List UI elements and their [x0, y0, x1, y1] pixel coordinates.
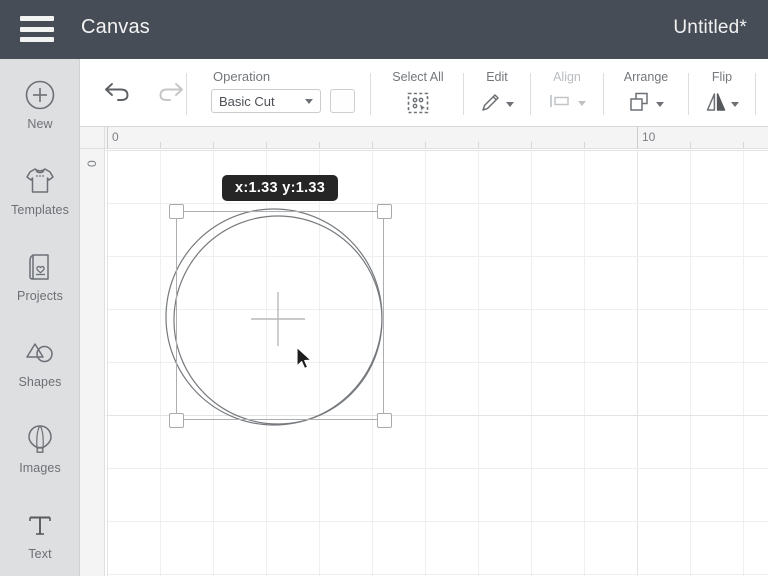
- undo-redo-group: [102, 79, 186, 105]
- operation-value: Basic Cut: [219, 93, 275, 109]
- toolbar-divider: [603, 73, 604, 115]
- arrange-icon: [628, 91, 652, 118]
- edit-label: Edit: [486, 70, 508, 84]
- coordinates-tooltip: x:1.33 y:1.33: [222, 175, 339, 201]
- arrange-label: Arrange: [623, 70, 669, 84]
- vertical-ruler: 0: [80, 127, 105, 576]
- selection-handle-top-right[interactable]: [377, 204, 392, 219]
- ruler-label-v-0: 0: [85, 160, 99, 167]
- select-all-button[interactable]: Select All: [375, 59, 461, 127]
- sidebar-item-projects[interactable]: Projects: [0, 250, 80, 303]
- shapes-icon: [23, 336, 57, 370]
- chevron-down-icon: [506, 102, 514, 107]
- redo-arrow-icon[interactable]: [156, 79, 186, 105]
- chevron-down-icon: [305, 98, 313, 104]
- sidebar-label-images: Images: [19, 461, 61, 475]
- ruler-corner: [80, 127, 105, 149]
- toolbar-divider: [463, 73, 464, 115]
- flip-button[interactable]: Flip: [691, 59, 753, 127]
- align-label: Align: [553, 70, 581, 84]
- horizontal-ruler: 0 10: [80, 127, 768, 149]
- operation-select[interactable]: Basic Cut: [211, 89, 321, 113]
- align-button[interactable]: Align: [533, 59, 601, 127]
- text-t-icon: [25, 508, 55, 542]
- plus-circle-icon: [24, 78, 56, 112]
- selection-handle-bottom-right[interactable]: [377, 413, 392, 428]
- toolbar-divider: [755, 73, 756, 115]
- design-canvas[interactable]: [106, 150, 768, 576]
- edit-button[interactable]: Edit: [466, 59, 528, 127]
- chevron-down-icon: [656, 102, 664, 107]
- left-sidebar: New Templates Projects Shapes Images Tex…: [0, 59, 80, 576]
- sidebar-item-templates[interactable]: Templates: [0, 164, 80, 217]
- selection-handle-top-left[interactable]: [169, 204, 184, 219]
- toolbar-divider: [186, 73, 187, 115]
- selection-handle-bottom-left[interactable]: [169, 413, 184, 428]
- sidebar-label-templates: Templates: [11, 203, 69, 217]
- page-title: Canvas: [81, 16, 151, 38]
- document-title[interactable]: Untitled*: [673, 17, 747, 39]
- operation-label: Operation: [213, 69, 271, 84]
- ruler-label-h-10: 10: [642, 130, 656, 144]
- arrange-button[interactable]: Arrange: [606, 59, 686, 127]
- card-heart-icon: [24, 250, 56, 284]
- sidebar-item-new[interactable]: New: [0, 78, 80, 131]
- toolbar-divider: [688, 73, 689, 115]
- flip-label: Flip: [711, 70, 733, 84]
- pencil-icon: [480, 91, 502, 118]
- sidebar-label-shapes: Shapes: [18, 375, 62, 389]
- sidebar-label-projects: Projects: [17, 289, 63, 303]
- operation-color-swatch[interactable]: [330, 89, 355, 113]
- toolbar-divider: [530, 73, 531, 115]
- undo-arrow-icon[interactable]: [102, 79, 132, 105]
- main-toolbar: Operation Basic Cut Select All Edit Alig…: [80, 59, 768, 127]
- cricut-design-space-window: Canvas Untitled* New Templates Projects …: [0, 0, 768, 576]
- sidebar-item-shapes[interactable]: Shapes: [0, 336, 80, 389]
- tshirt-icon: [24, 164, 56, 198]
- chevron-down-icon: [731, 102, 739, 107]
- ruler-label-h-0: 0: [112, 130, 119, 144]
- flip-icon: [705, 91, 727, 118]
- select-all-label: Select All: [392, 70, 444, 84]
- chevron-down-icon: [578, 101, 586, 106]
- offset-label: Offset: [758, 70, 768, 84]
- hot-air-balloon-icon: [25, 422, 55, 456]
- sidebar-label-text: Text: [28, 547, 52, 561]
- hamburger-menu-icon[interactable]: [20, 16, 54, 42]
- toolbar-divider: [370, 73, 371, 115]
- app-header: Canvas Untitled*: [0, 0, 768, 59]
- select-all-icon: [406, 91, 430, 120]
- sidebar-item-images[interactable]: Images: [0, 422, 80, 475]
- align-icon: [548, 91, 574, 116]
- sidebar-item-text[interactable]: Text: [0, 508, 80, 561]
- sidebar-label-new: New: [27, 117, 53, 131]
- offset-button[interactable]: Offset: [758, 59, 768, 127]
- selection-bounding-box[interactable]: [176, 211, 384, 420]
